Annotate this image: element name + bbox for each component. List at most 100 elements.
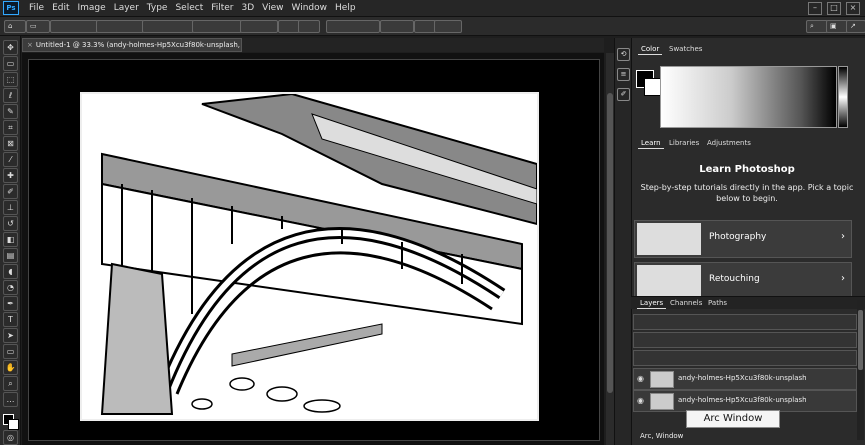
history-panel-icon[interactable]: ⟲: [617, 48, 630, 61]
topic-label: Photography: [709, 232, 767, 242]
bridge-photo[interactable]: [80, 92, 539, 421]
options-bar: ⌂ ▭ ⌕ ▣ ↗: [0, 17, 865, 36]
dodge-tool-icon[interactable]: ◔: [3, 280, 18, 295]
edit-toolbar-icon[interactable]: …: [3, 392, 18, 407]
brush-tool-icon[interactable]: ✐: [3, 184, 18, 199]
menu-image[interactable]: Image: [74, 1, 110, 15]
eraser-tool-icon[interactable]: ◧: [3, 232, 18, 247]
frame-tool-icon[interactable]: ⊠: [3, 136, 18, 151]
tab-adjustments[interactable]: Adjustments: [704, 138, 754, 148]
move-tool-icon[interactable]: ✥: [3, 40, 18, 55]
canvas-scrollbar[interactable]: [606, 53, 614, 445]
tab-learn[interactable]: Learn: [638, 138, 664, 149]
search-icon[interactable]: ⌕: [806, 20, 828, 33]
gradient-tool-icon[interactable]: ▤: [3, 248, 18, 263]
menu-layer[interactable]: Layer: [110, 1, 143, 15]
learn-title: Learn Photoshop: [699, 164, 795, 175]
artboard-tool-icon[interactable]: ▭: [3, 56, 18, 71]
menu-file[interactable]: File: [25, 1, 48, 15]
history-brush-tool-icon[interactable]: ↺: [3, 216, 18, 231]
blur-tool-icon[interactable]: ◖: [3, 264, 18, 279]
option-control[interactable]: [380, 20, 414, 33]
tab-color[interactable]: Color: [638, 44, 663, 55]
brush-panel-icon[interactable]: ✐: [617, 88, 630, 101]
option-control[interactable]: [278, 20, 300, 33]
tab-layers[interactable]: Layers: [637, 298, 667, 309]
menu-filter[interactable]: Filter: [207, 1, 237, 15]
topic-label: Retouching: [709, 274, 760, 284]
hue-slider[interactable]: [838, 66, 848, 128]
tab-swatches[interactable]: Swatches: [666, 44, 705, 54]
maximize-icon[interactable]: □: [827, 2, 841, 15]
layer-thumbnail: [650, 371, 674, 388]
document-tab-title: Untitled-1 @ 33.3% (andy-holmes-Hp5Xcu3f…: [35, 41, 241, 49]
layers-scrollbar[interactable]: [857, 300, 864, 440]
menu-window[interactable]: Window: [288, 1, 332, 15]
close-icon[interactable]: ×: [846, 2, 860, 15]
clone-stamp-tool-icon[interactable]: ⊥: [3, 200, 18, 215]
lasso-tool-icon[interactable]: ℓ: [3, 88, 18, 103]
lock-row[interactable]: [633, 350, 857, 366]
option-control[interactable]: [96, 20, 144, 33]
shape-tool-icon[interactable]: ▭: [3, 344, 18, 359]
tab-channels[interactable]: Channels: [667, 298, 705, 308]
healing-brush-tool-icon[interactable]: ✚: [3, 168, 18, 183]
properties-panel-icon[interactable]: ≡: [617, 68, 630, 81]
bridge-photo-illustration: [82, 94, 537, 419]
type-tool-icon[interactable]: T: [3, 312, 18, 327]
crop-tool-icon[interactable]: ⌗: [3, 120, 18, 135]
tab-libraries[interactable]: Libraries: [666, 138, 702, 148]
option-control[interactable]: [298, 20, 320, 33]
quick-mask-icon[interactable]: ◎: [3, 430, 18, 445]
tab-paths[interactable]: Paths: [705, 298, 730, 308]
eyedropper-tool-icon[interactable]: ⁄: [3, 152, 18, 167]
path-selection-tool-icon[interactable]: ➤: [3, 328, 18, 343]
pen-tool-icon[interactable]: ✒: [3, 296, 18, 311]
layer-row[interactable]: ◉ andy-holmes-Hp5Xcu3f80k-unsplash: [633, 368, 857, 390]
zoom-tool-icon[interactable]: ⌕: [3, 376, 18, 391]
option-control[interactable]: [326, 20, 380, 33]
workspace-icon[interactable]: ▣: [826, 20, 848, 33]
layer-name: andy-holmes-Hp5Xcu3f80k-unsplash: [678, 374, 807, 382]
tooltip: Arc Window: [686, 410, 780, 428]
topic-photography[interactable]: Photography ›: [634, 220, 852, 258]
background-color-swatch[interactable]: [8, 419, 19, 430]
menu-view[interactable]: View: [258, 1, 287, 15]
status-label: Arc, Window: [640, 432, 684, 440]
option-control[interactable]: [414, 20, 436, 33]
close-tab-icon[interactable]: ×: [27, 41, 33, 49]
scrollbar-thumb[interactable]: [607, 93, 613, 393]
document-tab[interactable]: × Untitled-1 @ 33.3% (andy-holmes-Hp5Xcu3…: [22, 38, 242, 52]
quick-select-tool-icon[interactable]: ✎: [3, 104, 18, 119]
photoshop-logo-icon[interactable]: Ps: [3, 1, 19, 15]
menu-bar: Ps File Edit Image Layer Type Select Fil…: [0, 0, 865, 17]
menu-select[interactable]: Select: [171, 1, 207, 15]
marquee-tool-icon[interactable]: ⬚: [3, 72, 18, 87]
hand-tool-icon[interactable]: ✋: [3, 360, 18, 375]
option-control[interactable]: [434, 20, 462, 33]
option-control[interactable]: [240, 20, 278, 33]
scrollbar-thumb[interactable]: [858, 310, 863, 370]
share-icon[interactable]: ↗: [846, 20, 865, 33]
menu-type[interactable]: Type: [143, 1, 172, 15]
layers-tab-bar: Layers Channels Paths: [631, 296, 865, 309]
color-field[interactable]: [660, 66, 837, 128]
option-control[interactable]: [50, 20, 98, 33]
menu-3d[interactable]: 3D: [238, 1, 259, 15]
layer-filter-row[interactable]: [633, 314, 857, 330]
option-control[interactable]: [142, 20, 194, 33]
minimize-icon[interactable]: –: [808, 2, 822, 15]
menu-help[interactable]: Help: [331, 1, 360, 15]
menu-edit[interactable]: Edit: [48, 1, 73, 15]
option-control[interactable]: [192, 20, 242, 33]
eye-icon[interactable]: ◉: [637, 396, 644, 405]
home-icon[interactable]: ⌂: [4, 20, 26, 33]
learn-description: Step-by-step tutorials directly in the a…: [640, 183, 854, 203]
tool-preset-icon[interactable]: ▭: [26, 20, 50, 33]
layer-thumbnail: [650, 393, 674, 410]
topic-thumbnail: [637, 223, 701, 255]
eye-icon[interactable]: ◉: [637, 374, 644, 383]
layer-row[interactable]: ◉ andy-holmes-Hp5Xcu3f80k-unsplash: [633, 390, 857, 412]
topic-retouching[interactable]: Retouching ›: [634, 262, 852, 300]
blend-mode-row[interactable]: [633, 332, 857, 348]
